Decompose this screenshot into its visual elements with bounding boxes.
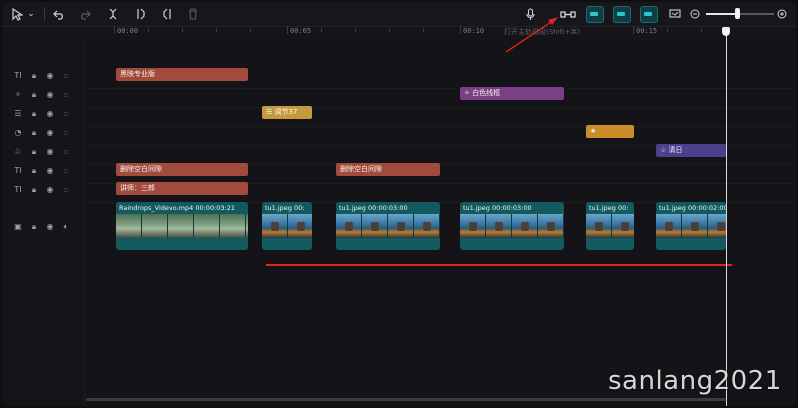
timeline-panel: ⌄ 00:00 00:05 00:10 打开主轨磁吸(Shift+⌘) 00:1… xyxy=(2,2,796,406)
watermark: sanlang2021 xyxy=(608,366,782,396)
horizontal-scrollbar[interactable] xyxy=(86,398,726,401)
annotation-arrow-head xyxy=(548,17,558,25)
annotation-arrow-line xyxy=(505,19,555,53)
annotation-underline xyxy=(266,264,732,266)
playhead-handle[interactable] xyxy=(722,27,730,36)
annotation-overlay xyxy=(505,17,558,53)
playhead[interactable] xyxy=(726,30,727,406)
